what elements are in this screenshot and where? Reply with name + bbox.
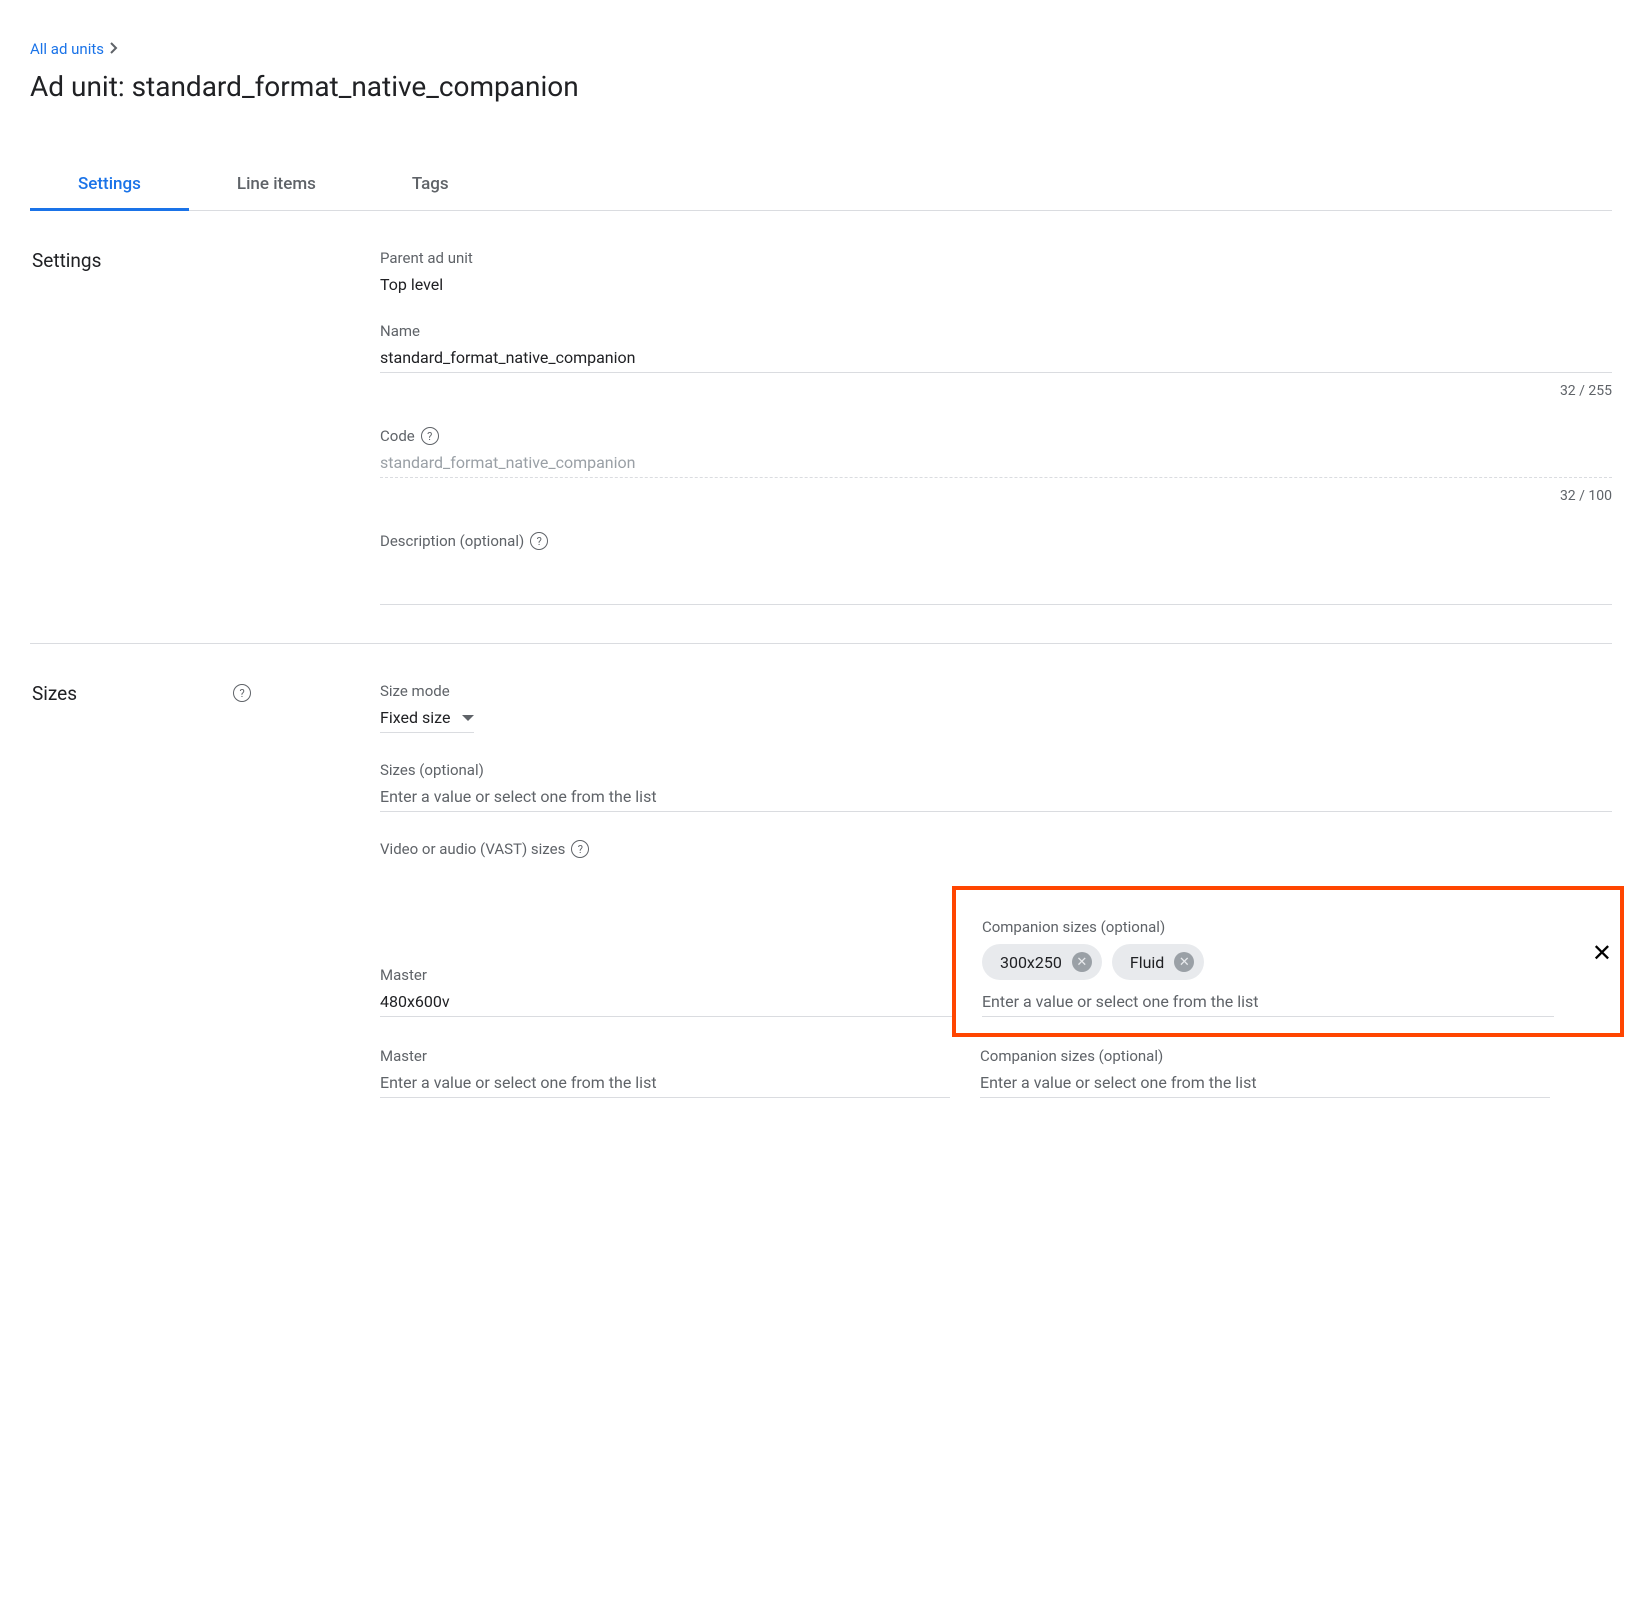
companion-input-2[interactable] <box>980 1073 1550 1092</box>
companion-sizes-label: Companion sizes (optional) <box>982 918 1554 936</box>
size-mode-label: Size mode <box>380 682 1612 700</box>
help-icon[interactable]: ? <box>530 532 548 550</box>
sizes-optional-label: Sizes (optional) <box>380 761 1612 779</box>
sizes-section: Sizes ? Size mode Fixed size Sizes (opti… <box>30 644 1612 1166</box>
companion-sizes-label: Companion sizes (optional) <box>980 1047 1550 1065</box>
help-icon[interactable]: ? <box>571 840 589 858</box>
description-label: Description (optional) ? <box>380 532 1612 550</box>
vast-sizes-label: Video or audio (VAST) sizes ? <box>380 840 1612 858</box>
parent-ad-unit-value: Top level <box>380 275 1612 294</box>
tab-settings[interactable]: Settings <box>30 158 189 210</box>
breadcrumb: All ad units <box>30 40 1612 58</box>
code-label: Code ? <box>380 427 1612 445</box>
breadcrumb-all-ad-units[interactable]: All ad units <box>30 40 104 58</box>
chip-fluid: Fluid ✕ <box>1112 944 1204 980</box>
size-mode-dropdown[interactable]: Fixed size <box>380 708 474 733</box>
description-input[interactable] <box>380 580 1612 599</box>
name-counter: 32 / 255 <box>380 383 1612 399</box>
companion-input-1[interactable] <box>982 992 1554 1011</box>
chip-300x250: 300x250 ✕ <box>982 944 1102 980</box>
dropdown-arrow-icon <box>462 715 474 721</box>
master-label: Master <box>380 966 952 984</box>
chip-close-icon[interactable]: ✕ <box>1174 952 1194 972</box>
page-title: Ad unit: standard_format_native_companio… <box>30 70 1612 103</box>
tabs: Settings Line items Tags <box>30 158 1612 211</box>
code-input <box>380 453 1612 472</box>
tab-line-items[interactable]: Line items <box>189 158 364 210</box>
master-label: Master <box>380 1047 950 1065</box>
help-icon[interactable]: ? <box>421 427 439 445</box>
settings-section: Settings Parent ad unit Top level Name 3… <box>30 211 1612 644</box>
sizes-input[interactable] <box>380 787 1612 806</box>
master-input-1[interactable] <box>380 992 952 1011</box>
chip-close-icon[interactable]: ✕ <box>1072 952 1092 972</box>
help-icon[interactable]: ? <box>233 684 251 702</box>
code-counter: 32 / 100 <box>380 488 1612 504</box>
name-label: Name <box>380 322 1612 340</box>
sizes-heading: Sizes <box>30 682 77 705</box>
settings-heading: Settings <box>30 249 101 272</box>
parent-ad-unit-label: Parent ad unit <box>380 249 1612 267</box>
chevron-right-icon <box>110 42 118 57</box>
size-mode-value: Fixed size <box>380 708 450 727</box>
name-input[interactable] <box>380 348 1612 367</box>
tab-tags[interactable]: Tags <box>364 158 497 210</box>
close-icon[interactable]: ✕ <box>1592 939 1612 997</box>
master-input-2[interactable] <box>380 1073 950 1092</box>
